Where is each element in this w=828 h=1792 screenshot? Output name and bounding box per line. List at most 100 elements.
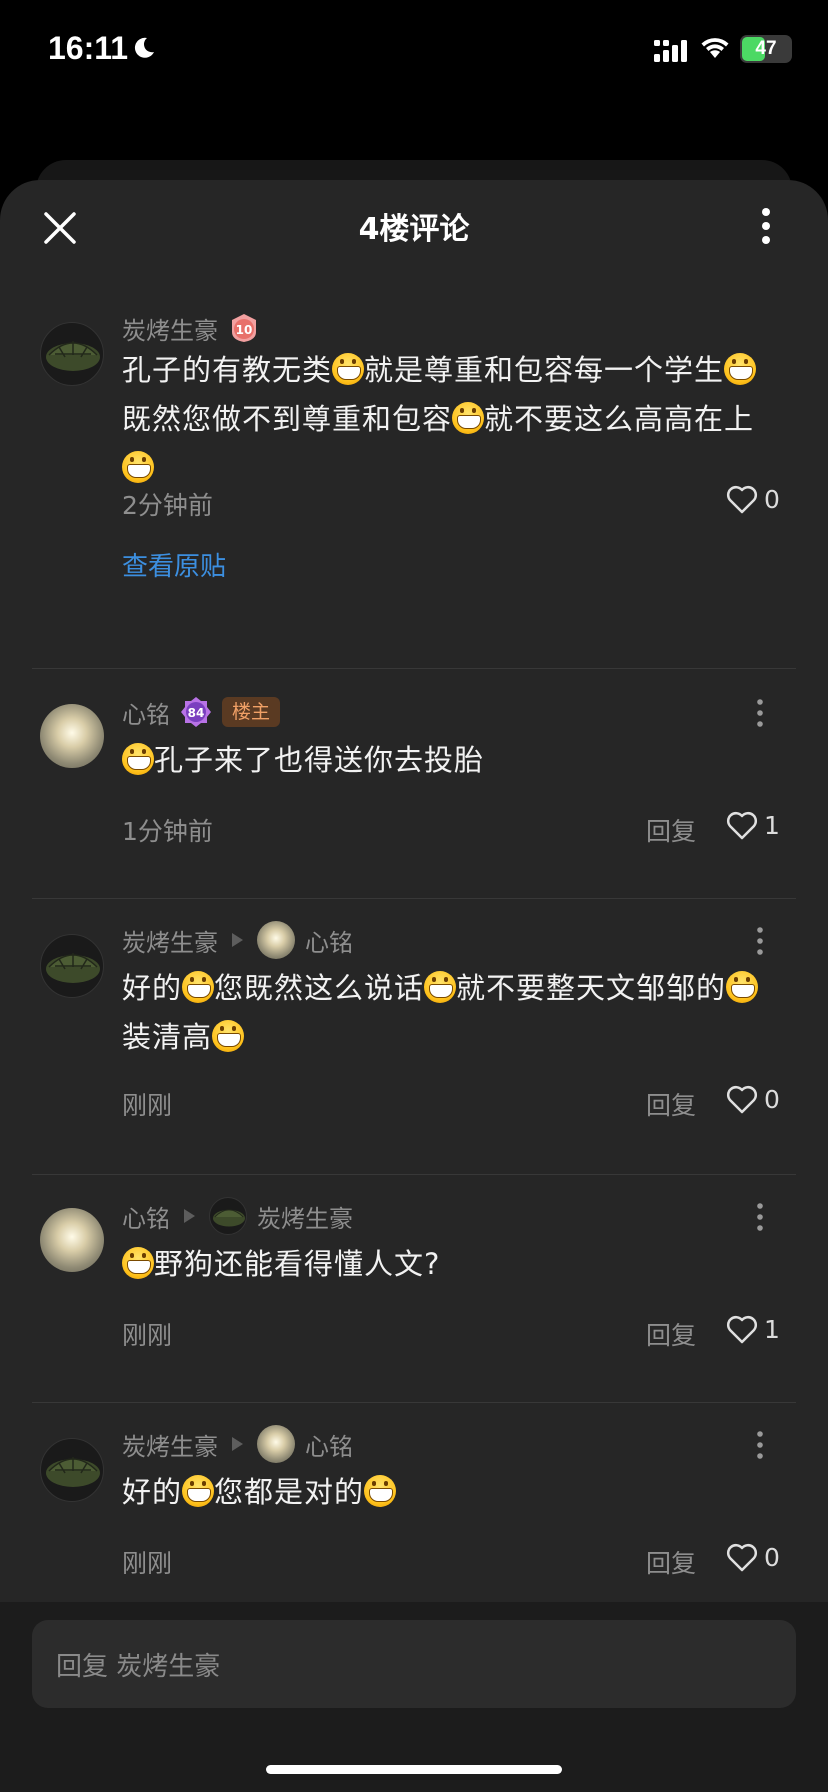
home-indicator[interactable] <box>266 1765 562 1774</box>
grin-emoji-icon <box>452 402 485 434</box>
view-original-link[interactable]: 查看原贴 <box>122 546 226 583</box>
text-segment: 好的 <box>122 971 183 1005</box>
more-options-icon[interactable] <box>752 1202 768 1232</box>
reply-arrow-icon <box>184 1209 195 1223</box>
reply-button[interactable]: 回复 <box>646 812 696 848</box>
text-segment: 您既然这么说话 <box>214 971 425 1005</box>
reply-input[interactable]: 回复 炭烤生豪 <box>32 1620 796 1708</box>
author-name[interactable]: 炭烤生豪 <box>122 923 218 958</box>
heart-icon <box>726 1543 758 1572</box>
text-segment: 野狗还能看得懂人文? <box>154 1247 441 1281</box>
more-options-icon[interactable] <box>752 1430 768 1460</box>
heart-icon <box>726 1085 758 1114</box>
owner-badge: 楼主 <box>222 697 281 727</box>
grin-emoji-icon <box>122 451 154 483</box>
turtle-avatar-icon <box>212 1209 246 1227</box>
reply-to-avatar <box>257 921 295 959</box>
heart-icon <box>726 1315 758 1344</box>
more-options-icon[interactable] <box>752 204 780 248</box>
grin-emoji-icon <box>182 971 215 1003</box>
battery-text: 47 <box>755 38 777 59</box>
like-button[interactable]: 0 <box>726 1084 780 1114</box>
divider <box>32 898 796 899</box>
comment-text: 好的 您既然这么说话 就不要整天文邹邹的装清高 <box>122 964 782 1062</box>
grin-emoji-icon <box>122 743 154 775</box>
level-badge-text: 10 <box>236 323 253 337</box>
reply-arrow-icon <box>232 933 243 947</box>
comment-header: 心铭 84 楼主 <box>122 694 281 730</box>
grin-emoji-icon <box>212 1020 245 1052</box>
author-name[interactable]: 心铭 <box>122 695 170 730</box>
comment-text: 野狗还能看得懂人文? <box>122 1240 782 1289</box>
comment-time: 1分钟前 <box>122 817 213 846</box>
grin-emoji-icon <box>424 971 457 1003</box>
avatar[interactable] <box>40 322 104 386</box>
level-badge-icon: 10 <box>232 314 256 342</box>
like-button[interactable]: 0 <box>726 484 780 514</box>
comment-time: 刚刚 <box>122 1091 173 1120</box>
battery-indicator: 47 <box>740 35 792 63</box>
like-count: 0 <box>764 1542 780 1572</box>
like-count: 0 <box>764 484 780 514</box>
text-segment: 就不要整天文邹邹的 <box>456 971 727 1005</box>
like-count: 1 <box>764 1314 780 1344</box>
text-segment: 就不要这么高高在上 <box>484 402 755 436</box>
turtle-avatar-icon <box>46 953 100 983</box>
like-button[interactable]: 1 <box>726 810 780 840</box>
comment-text: 好的 您都是对的 <box>122 1468 782 1517</box>
reply-to-avatar <box>257 1425 295 1463</box>
turtle-avatar-icon <box>46 341 100 371</box>
reply-to-avatar <box>209 1197 247 1235</box>
reply-arrow-icon <box>232 1437 243 1451</box>
text-segment: 既然您做不到尊重和包容 <box>122 402 453 436</box>
turtle-avatar-icon <box>46 1457 100 1487</box>
comment-header: 炭烤生豪 心铭 <box>122 921 353 959</box>
avatar[interactable] <box>40 704 104 768</box>
reply-to-name[interactable]: 炭烤生豪 <box>257 1199 353 1234</box>
like-count: 0 <box>764 1084 780 1114</box>
grin-emoji-icon <box>724 353 757 385</box>
reply-button[interactable]: 回复 <box>646 1086 696 1122</box>
reply-to-name[interactable]: 心铭 <box>305 923 353 958</box>
comment-header: 心铭 炭烤生豪 <box>122 1197 353 1235</box>
comment-header: 炭烤生豪 10 <box>122 310 260 346</box>
author-name[interactable]: 炭烤生豪 <box>122 311 218 346</box>
like-count: 1 <box>764 810 780 840</box>
avatar[interactable] <box>40 1208 104 1272</box>
comment-text: 孔子来了也得送你去投胎 <box>122 736 782 785</box>
status-time: 16:11 <box>48 30 129 66</box>
text-segment: 孔子的有教无类 <box>122 353 333 387</box>
reply-input-area: 回复 炭烤生豪 <box>0 1602 828 1792</box>
avatar[interactable] <box>40 1438 104 1502</box>
grin-emoji-icon <box>364 1475 397 1507</box>
reply-button[interactable]: 回复 <box>646 1316 696 1352</box>
heart-icon <box>726 811 758 840</box>
text-segment: 装清高 <box>122 1020 213 1054</box>
status-bar: 16:11 47 <box>0 0 828 100</box>
text-segment: 孔子来了也得送你去投胎 <box>154 743 485 777</box>
text-segment: 就是尊重和包容每一个学生 <box>364 353 725 387</box>
text-segment: 好的 <box>122 1475 183 1509</box>
author-name[interactable]: 心铭 <box>122 1199 170 1234</box>
comment-time: 刚刚 <box>122 1549 173 1578</box>
divider <box>32 1174 796 1175</box>
grin-emoji-icon <box>182 1475 215 1507</box>
moon-icon <box>134 37 154 58</box>
reply-to-name[interactable]: 心铭 <box>305 1427 353 1462</box>
reply-button[interactable]: 回复 <box>646 1544 696 1580</box>
like-button[interactable]: 1 <box>726 1314 780 1344</box>
signal-icon <box>654 40 687 62</box>
page-title: 4楼评论 <box>358 212 470 247</box>
more-options-icon[interactable] <box>752 698 768 728</box>
more-options-icon[interactable] <box>752 926 768 956</box>
reply-input-placeholder: 回复 炭烤生豪 <box>56 1652 221 1682</box>
comment-time: 刚刚 <box>122 1321 173 1350</box>
comment-sheet: 4楼评论 炭烤生豪 10 孔子的有教无类 就是尊重和包容每一个学生既然您做不到尊重… <box>0 180 828 1792</box>
grin-emoji-icon <box>332 353 365 385</box>
level-badge-text: 84 <box>188 706 205 720</box>
comment-time: 2分钟前 <box>122 491 213 520</box>
avatar[interactable] <box>40 934 104 998</box>
like-button[interactable]: 0 <box>726 1542 780 1572</box>
author-name[interactable]: 炭烤生豪 <box>122 1427 218 1462</box>
grin-emoji-icon <box>122 1247 154 1279</box>
